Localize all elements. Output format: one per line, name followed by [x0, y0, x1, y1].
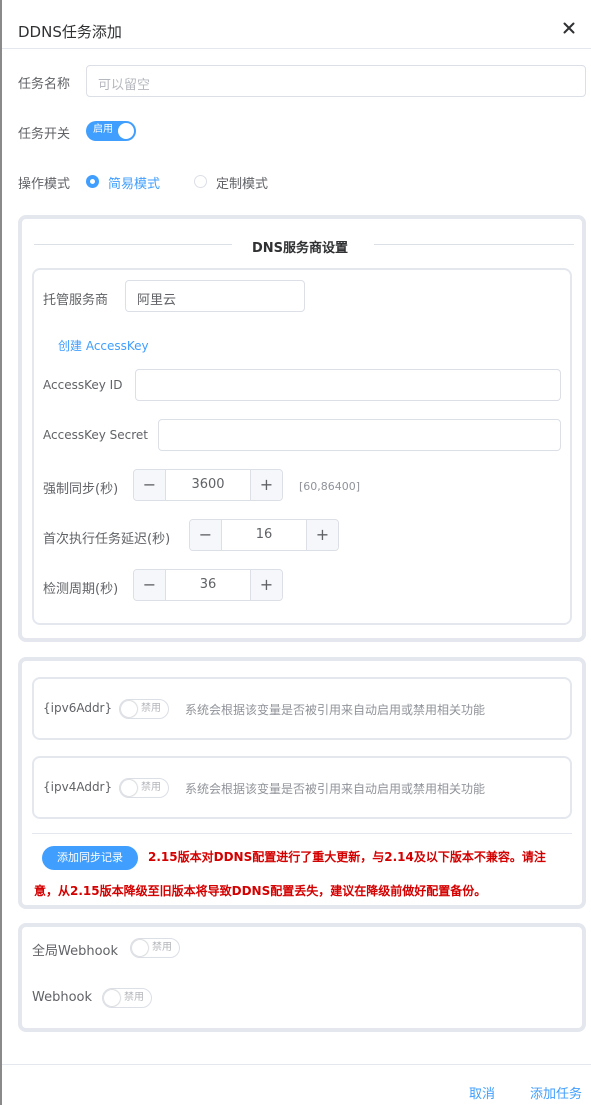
cancel-button[interactable]: 取消 [469, 1083, 495, 1102]
plus-icon[interactable]: + [306, 520, 338, 550]
dialog-header: DDNS任务添加 [2, 0, 591, 49]
dns-section-title: DNS服务商设置 [252, 241, 349, 256]
first-delay-label: 首次执行任务延迟(秒) [43, 532, 171, 547]
force-sync-value[interactable]: 3600 [166, 477, 250, 492]
switch-knob [132, 940, 148, 956]
ipv4-toggle[interactable]: 禁用 [119, 778, 169, 798]
section-divider-left [34, 244, 232, 245]
records-divider [32, 833, 572, 834]
ipv4-switch-text: 禁用 [141, 782, 161, 793]
force-sync-stepper: − 3600 + [133, 469, 283, 501]
webhook-label: Webhook [32, 990, 93, 1005]
add-task-button[interactable]: 添加任务 [530, 1083, 582, 1102]
mode-simple-label[interactable]: 简易模式 [108, 173, 160, 192]
footer-divider [2, 1064, 591, 1065]
minus-icon[interactable]: − [190, 520, 222, 550]
provider-select[interactable]: 阿里云 [125, 280, 305, 312]
dns-provider-panel: DNS服务商设置 托管服务商 阿里云 创建 AccessKey AccessKe… [18, 215, 586, 642]
ipv4-record-box: {ipv4Addr} 禁用 系统会根据该变量是否被引用来自动启用或禁用相关功能 [32, 756, 572, 819]
mode-simple-radio[interactable] [86, 175, 99, 188]
task-switch-label: 任务开关 [18, 127, 71, 142]
version-warning-line1: 2.15版本对DDNS配置进行了重大更新，与2.14及以下版本不兼容。请注 [148, 850, 546, 864]
mode-label: 操作模式 [18, 177, 71, 192]
version-warning-line2: 意，从2.15版本降级至旧版本将导致DDNS配置丢失，建议在降级前做好配置备份。 [34, 884, 487, 898]
window-edge [0, 0, 2, 1105]
section-divider-right [374, 244, 574, 245]
dns-settings-box: 托管服务商 阿里云 创建 AccessKey AccessKey ID Acce… [32, 268, 572, 625]
switch-knob [104, 990, 120, 1006]
first-delay-value[interactable]: 16 [222, 527, 306, 542]
check-period-label: 检测周期(秒) [43, 582, 119, 597]
check-period-stepper: − 36 + [133, 569, 283, 601]
check-period-value[interactable]: 36 [166, 577, 250, 592]
task-name-label: 任务名称 [18, 77, 71, 92]
task-name-input[interactable]: 可以留空 [86, 65, 586, 97]
ipv6-toggle[interactable]: 禁用 [119, 699, 169, 719]
mode-custom-label[interactable]: 定制模式 [216, 173, 268, 192]
minus-icon[interactable]: − [134, 470, 166, 500]
webhook-switch-text: 禁用 [124, 992, 144, 1003]
switch-knob [118, 123, 134, 139]
provider-value: 阿里云 [137, 293, 177, 308]
accesskey-secret-label: AccessKey Secret [43, 428, 149, 442]
force-sync-range: [60,86400] [299, 480, 361, 493]
ipv6-switch-text: 禁用 [141, 703, 161, 714]
ipv4-var-label: {ipv4Addr} [43, 780, 113, 794]
task-switch-toggle[interactable]: 启用 [86, 121, 136, 141]
global-webhook-toggle[interactable]: 禁用 [130, 938, 180, 958]
accesskey-secret-input[interactable] [158, 419, 561, 451]
ipv4-description: 系统会根据该变量是否被引用来自动启用或禁用相关功能 [185, 782, 486, 796]
global-webhook-label: 全局Webhook [32, 944, 119, 959]
webhook-panel: 全局Webhook 禁用 Webhook 禁用 [18, 923, 586, 1032]
plus-icon[interactable]: + [250, 570, 282, 600]
minus-icon[interactable]: − [134, 570, 166, 600]
task-switch-text: 启用 [93, 124, 113, 135]
global-webhook-switch-text: 禁用 [152, 942, 172, 953]
ipv6-var-label: {ipv6Addr} [43, 701, 113, 715]
force-sync-label: 强制同步(秒) [43, 482, 119, 497]
first-delay-stepper: − 16 + [189, 519, 339, 551]
mode-custom-radio[interactable] [194, 175, 207, 188]
add-sync-record-button[interactable]: 添加同步记录 [42, 846, 138, 870]
create-accesskey-link[interactable]: 创建 AccessKey [58, 337, 149, 354]
sync-records-panel: {ipv6Addr} 禁用 系统会根据该变量是否被引用来自动启用或禁用相关功能 … [18, 657, 586, 909]
switch-knob [121, 701, 137, 717]
accesskey-id-input[interactable] [135, 369, 561, 401]
dialog-title: DDNS任务添加 [18, 23, 122, 41]
task-name-placeholder: 可以留空 [98, 78, 151, 93]
accesskey-id-label: AccessKey ID [43, 378, 123, 392]
webhook-toggle[interactable]: 禁用 [102, 988, 152, 1008]
ipv6-description: 系统会根据该变量是否被引用来自动启用或禁用相关功能 [185, 703, 486, 717]
provider-label: 托管服务商 [43, 293, 109, 308]
switch-knob [121, 780, 137, 796]
ipv6-record-box: {ipv6Addr} 禁用 系统会根据该变量是否被引用来自动启用或禁用相关功能 [32, 677, 572, 740]
close-icon[interactable] [561, 20, 577, 36]
plus-icon[interactable]: + [250, 470, 282, 500]
